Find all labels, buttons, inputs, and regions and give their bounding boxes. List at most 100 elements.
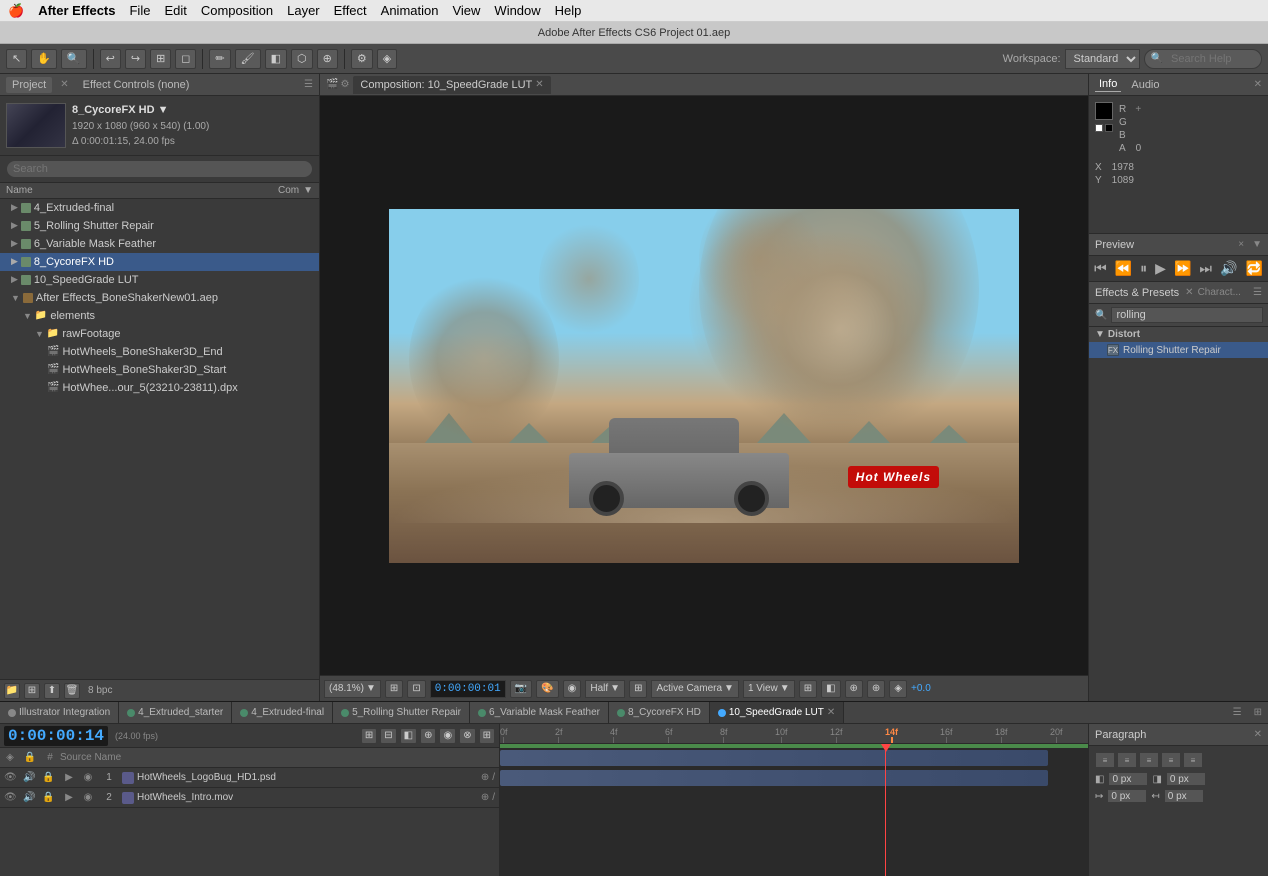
list-item[interactable]: ▶ 8_CycoreFX HD: [0, 253, 319, 271]
solo-icon[interactable]: ◉: [80, 772, 96, 783]
preview-close-btn[interactable]: ×: [1238, 239, 1244, 250]
timeline-tab-illustrator[interactable]: Illustrator Integration: [0, 702, 119, 724]
timeline-tab-extruded-final[interactable]: 4_Extruded-final: [232, 702, 333, 724]
tl-btn-4[interactable]: ⊕: [420, 728, 436, 744]
paragraph-close-btn[interactable]: ✕: [1254, 729, 1262, 740]
menu-animation[interactable]: Animation: [381, 3, 439, 18]
comp-controls-btn3[interactable]: ⊕: [845, 680, 863, 698]
close-tab-icon[interactable]: ✕: [827, 707, 835, 718]
selection-tool[interactable]: ↖: [6, 49, 27, 69]
project-tab[interactable]: Project: [6, 77, 52, 93]
comp-controls-btn1[interactable]: ⊞: [799, 680, 817, 698]
tl-btn-2[interactable]: ⊟: [380, 728, 396, 744]
audio-icon[interactable]: 🔊: [23, 772, 39, 783]
char-tab[interactable]: Charact...: [1198, 287, 1241, 298]
audio-icon[interactable]: 🔊: [23, 792, 39, 803]
track-keyframe-btn[interactable]: /: [492, 792, 495, 803]
expand-icon[interactable]: ▶: [61, 772, 77, 783]
align-center-btn[interactable]: ≡: [1117, 752, 1137, 768]
timecode-ctrl[interactable]: 0:00:00:01: [430, 680, 506, 698]
bg-color[interactable]: [1105, 124, 1113, 132]
track-bar-1[interactable]: [500, 750, 1048, 766]
next-frame-btn[interactable]: ⏩: [1172, 260, 1193, 277]
redo-btn[interactable]: ↪: [125, 49, 146, 69]
align-left-btn[interactable]: ≡: [1095, 752, 1115, 768]
first-frame-btn[interactable]: ⏮: [1092, 260, 1109, 277]
camera-btn[interactable]: ⚙: [351, 49, 373, 69]
timeline-tab-speedgrade[interactable]: 10_SpeedGrade LUT ✕: [710, 702, 844, 724]
justify-all-btn[interactable]: ≡: [1183, 752, 1203, 768]
table-row[interactable]: 👁 🔊 🔒 ▶ ◉ 1 HotWheels_LogoBug_HD1.psd ⊕ …: [0, 768, 499, 788]
toggle-guides-btn[interactable]: ⊡: [407, 680, 425, 698]
list-item[interactable]: ▶ 10_SpeedGrade LUT: [0, 271, 319, 289]
new-comp-btn[interactable]: ⊞: [24, 683, 40, 699]
view-mode-dropdown[interactable]: 1 View ▼: [743, 680, 795, 698]
effects-controls-tab[interactable]: Effect Controls (none): [77, 77, 196, 93]
effects-search-input[interactable]: [1111, 307, 1263, 323]
table-row[interactable]: 👁 🔊 🔒 ▶ ◉ 2 HotWheels_Intro.mov ⊕ /: [0, 788, 499, 808]
show-channel-btn[interactable]: 🎨: [536, 680, 558, 698]
stop-btn[interactable]: ⏸: [1138, 260, 1149, 277]
workspace-select[interactable]: Standard: [1065, 49, 1140, 69]
snap-btn[interactable]: ⊞: [150, 49, 171, 69]
new-folder-btn[interactable]: 📁: [4, 683, 20, 699]
menu-composition[interactable]: Composition: [201, 3, 273, 18]
menu-help[interactable]: Help: [555, 3, 582, 18]
last-frame-btn[interactable]: ⏭: [1197, 260, 1214, 277]
grid-btn[interactable]: ⊞: [629, 680, 647, 698]
eraser-tool[interactable]: ◧: [265, 49, 287, 69]
comp-controls-btn2[interactable]: ◧: [821, 680, 840, 698]
effects-menu-btn[interactable]: ☰: [1253, 287, 1262, 298]
margin-left-input[interactable]: [1108, 772, 1148, 786]
roto-tool[interactable]: ⬡: [291, 49, 313, 69]
menu-edit[interactable]: Edit: [164, 3, 186, 18]
loop-btn[interactable]: 🔁: [1243, 260, 1264, 277]
mask-btn[interactable]: ◻: [175, 49, 196, 69]
menu-effect[interactable]: Effect: [334, 3, 367, 18]
show-channel-btn2[interactable]: ◉: [563, 680, 582, 698]
lock-icon[interactable]: 🔒: [42, 792, 58, 803]
tl-btn-7[interactable]: ⊞: [479, 728, 495, 744]
zoom-tool[interactable]: 🔍: [61, 49, 87, 69]
list-item[interactable]: ▶ 5_Rolling Shutter Repair: [0, 217, 319, 235]
tl-btn-3[interactable]: ◧: [400, 728, 417, 744]
info-close-btn[interactable]: ✕: [1254, 79, 1262, 90]
timeline-tab-variable[interactable]: 6_Variable Mask Feather: [470, 702, 609, 724]
snapshot-btn[interactable]: 📷: [510, 680, 532, 698]
menu-window[interactable]: Window: [494, 3, 540, 18]
effects-item-rolling-shutter[interactable]: FX Rolling Shutter Repair: [1089, 342, 1268, 358]
preview-menu-btn[interactable]: ▼: [1252, 239, 1262, 250]
comp-tab[interactable]: Composition: 10_SpeedGrade LUT ✕: [353, 76, 550, 94]
menu-view[interactable]: View: [452, 3, 480, 18]
apple-menu[interactable]: 🍎: [8, 3, 24, 19]
comp-controls-btn4[interactable]: ⊕: [867, 680, 885, 698]
fg-color[interactable]: [1095, 124, 1103, 132]
project-search-input[interactable]: [6, 160, 313, 178]
indent2-input[interactable]: [1164, 789, 1204, 803]
list-item[interactable]: 🎬 HotWhee...our_5(23210-23811).dpx: [0, 379, 319, 397]
margin-right-input[interactable]: [1166, 772, 1206, 786]
light-btn[interactable]: ◈: [377, 49, 397, 69]
sort-arrow[interactable]: ▼: [303, 185, 313, 196]
list-item[interactable]: 🎬 HotWheels_BoneShaker3D_Start: [0, 361, 319, 379]
playhead[interactable]: [885, 744, 886, 876]
delete-btn[interactable]: 🗑: [64, 683, 80, 699]
effects-category-distort[interactable]: ▼ Distort: [1089, 327, 1268, 342]
tl-btn-5[interactable]: ◉: [439, 728, 456, 744]
audio-tab[interactable]: Audio: [1127, 78, 1163, 92]
menu-file[interactable]: File: [129, 3, 150, 18]
timeline-menu-btn[interactable]: ☰: [1227, 707, 1248, 718]
track-bar-2[interactable]: [500, 770, 1048, 786]
visibility-icon[interactable]: 👁: [4, 772, 20, 783]
tl-btn-6[interactable]: ⊗: [459, 728, 475, 744]
list-item[interactable]: ▶ 4_Extruded-final: [0, 199, 319, 217]
comp-controls-btn5[interactable]: ◈: [889, 680, 907, 698]
toggle-mask-btn[interactable]: ⊞: [385, 680, 403, 698]
track-menu-btn[interactable]: ⊕: [481, 772, 489, 783]
prev-frame-btn[interactable]: ⏪: [1113, 260, 1134, 277]
quality-dropdown[interactable]: Half ▼: [585, 680, 625, 698]
menu-layer[interactable]: Layer: [287, 3, 320, 18]
tl-btn-1[interactable]: ⊞: [361, 728, 377, 744]
track-keyframe-btn[interactable]: /: [492, 772, 495, 783]
solo-icon[interactable]: ◉: [80, 792, 96, 803]
